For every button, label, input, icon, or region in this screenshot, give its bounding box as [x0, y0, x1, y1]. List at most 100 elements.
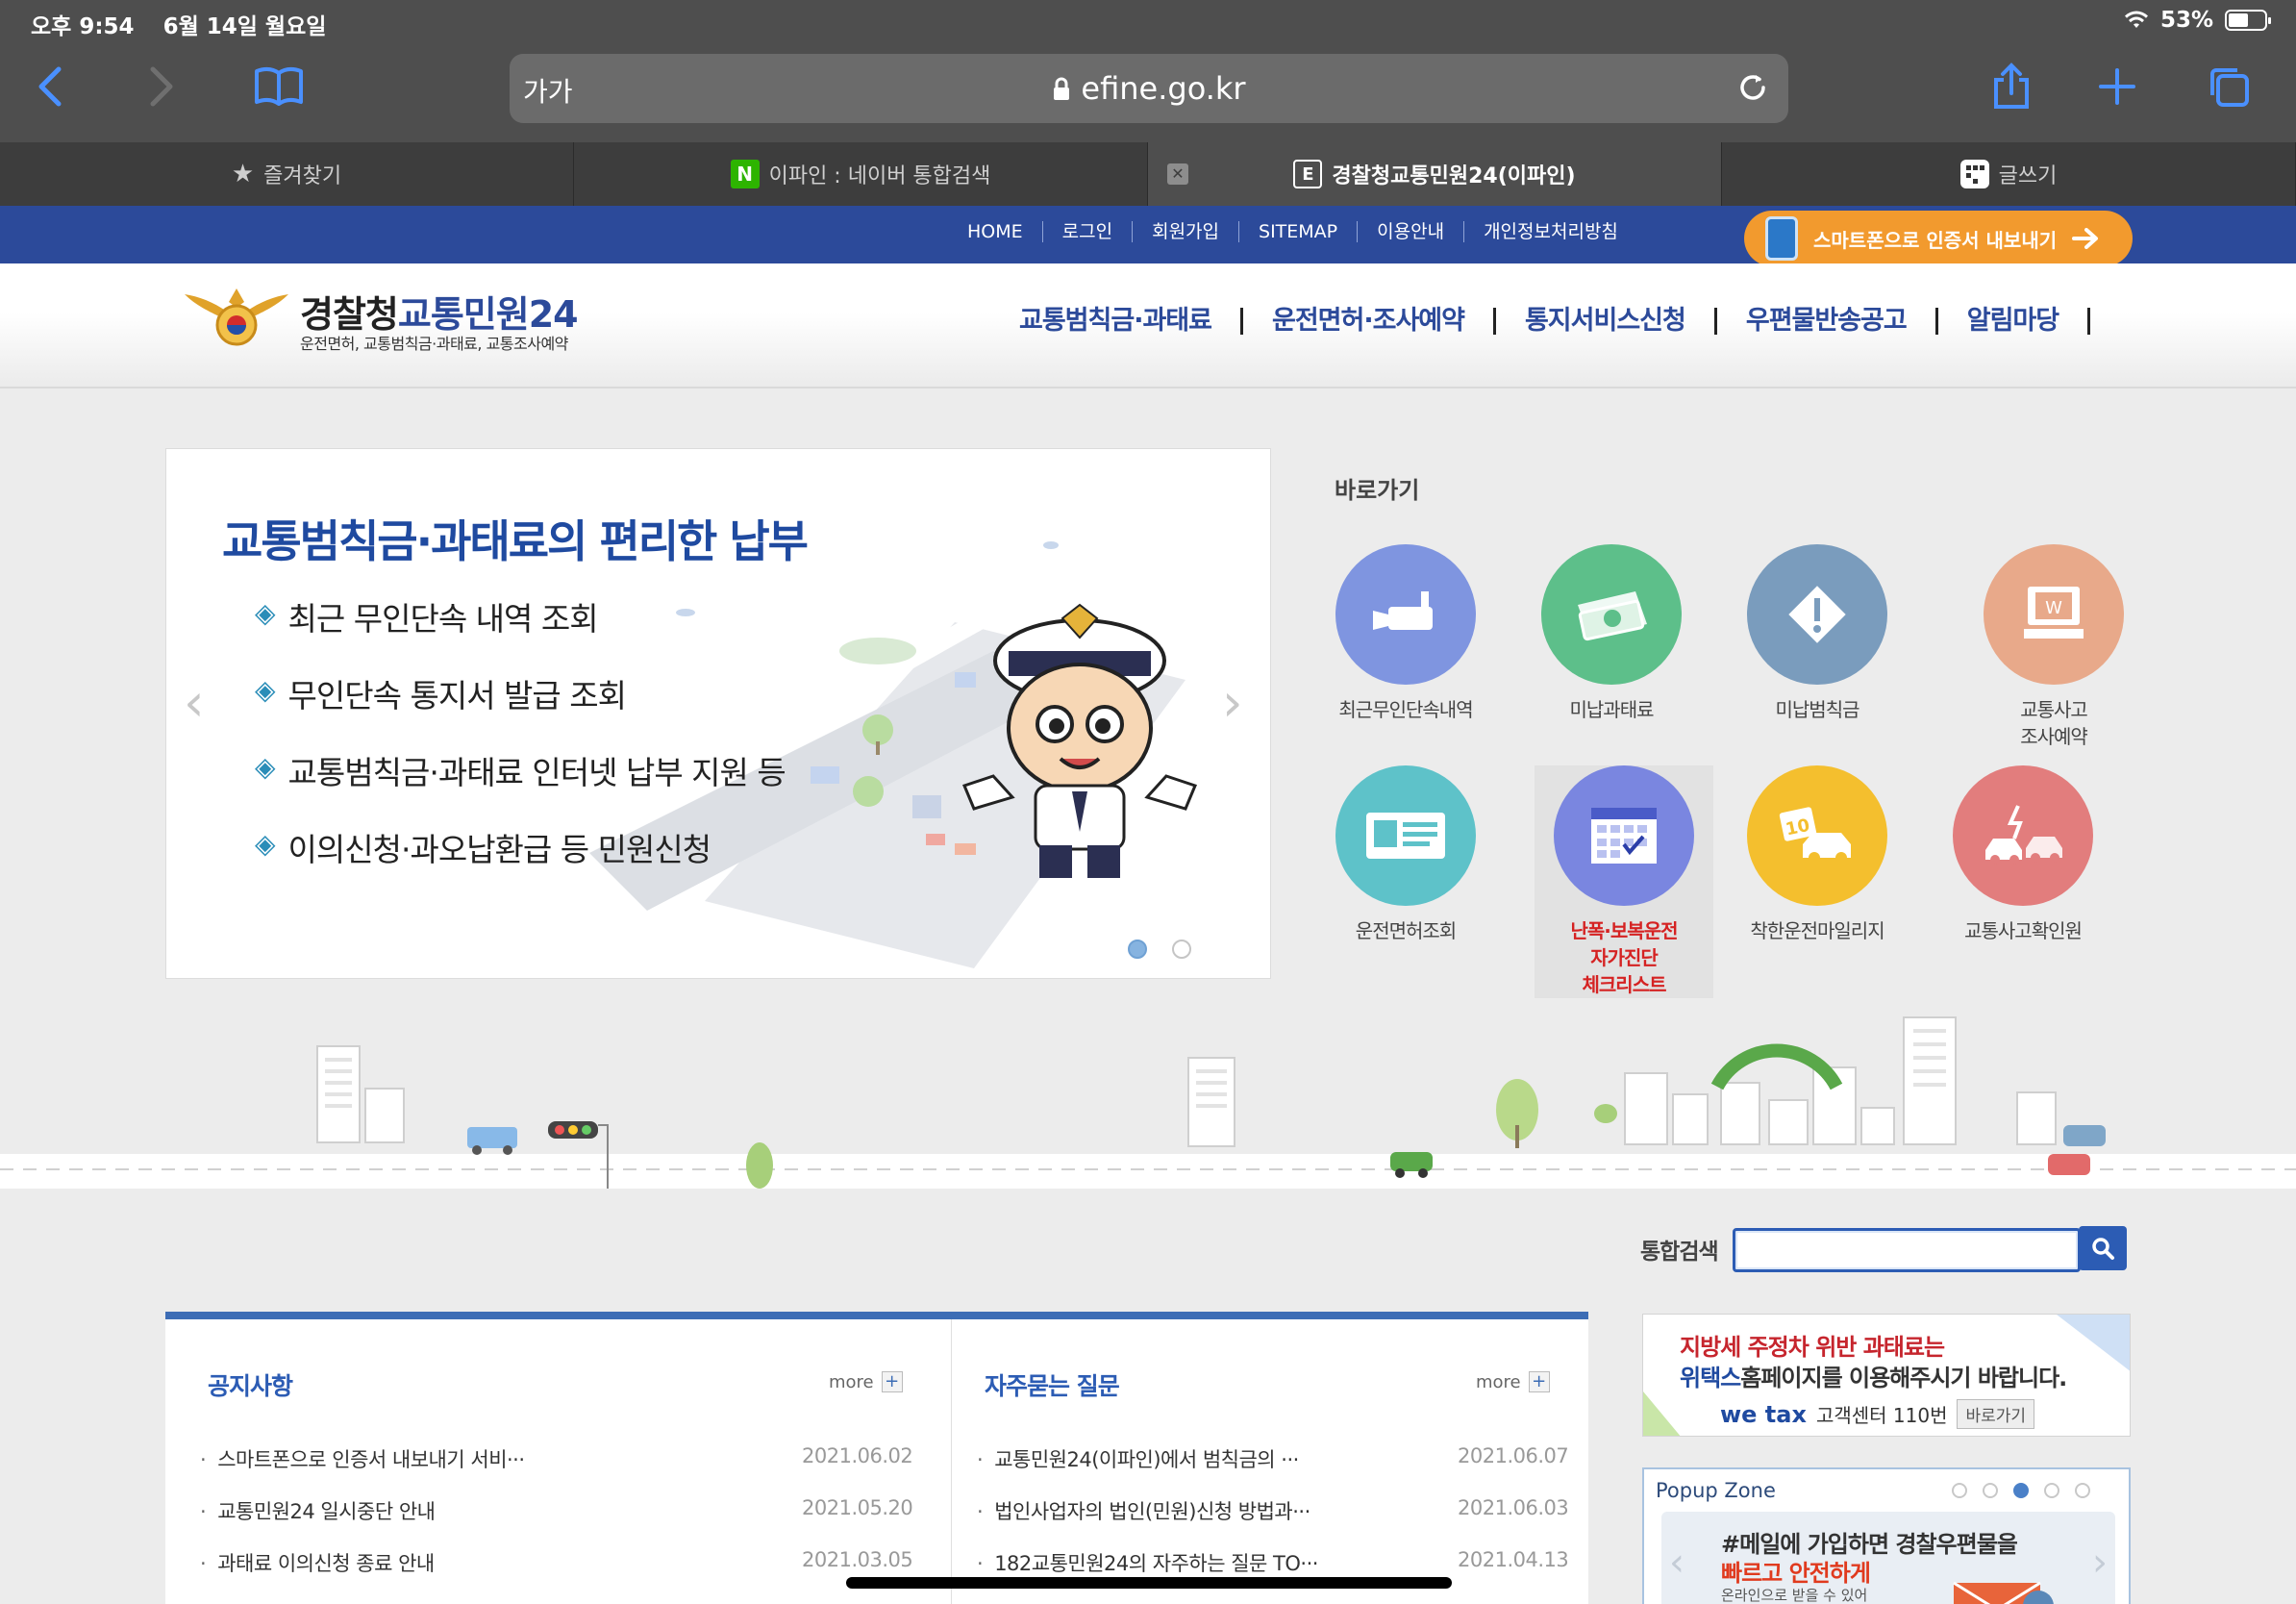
tab-overview-button[interactable] — [2200, 58, 2258, 115]
police-mascot-illustration — [961, 603, 1198, 878]
tab-naver-search[interactable]: N 이파인 : 네이버 통합검색 — [574, 142, 1148, 206]
notice-item-date: 2021.05.20 — [802, 1496, 913, 1519]
quick-road-rage-checklist[interactable]: 난폭·보복운전 자가진단 체크리스트 — [1535, 765, 1713, 998]
smartphone-icon — [1765, 216, 1798, 261]
mail-envelope-icon — [1953, 1581, 2054, 1604]
diamond-bullet-icon: ◈ — [255, 828, 276, 860]
popup-slide[interactable]: ‹ › #메일에 가입하면 경찰우편물을 빠르고 안전하게 온라인으로 받을 수… — [1661, 1512, 2115, 1604]
nav-privacy[interactable]: 개인정보처리방침 — [1463, 221, 1637, 242]
reload-icon[interactable] — [1734, 69, 1771, 106]
menu-license[interactable]: 운전면허·조사예약 — [1243, 308, 1496, 335]
quick-label: 교통사고 조사예약 — [2020, 698, 2088, 748]
notice-title[interactable]: 공지사항 — [208, 1367, 293, 1402]
quick-label: 미납범칙금 — [1775, 698, 1860, 721]
popup-zone-title: Popup Zone — [1656, 1479, 1776, 1502]
popup-dot-3[interactable] — [2013, 1483, 2029, 1498]
banner-next-icon[interactable]: › — [1222, 672, 1243, 733]
quick-unpaid-fine[interactable]: 미납과태료 — [1515, 544, 1708, 723]
nav-home[interactable]: HOME — [948, 221, 1042, 242]
quick-accident-certificate[interactable]: 교통사고확인원 — [1927, 765, 2119, 944]
diamond-bullet-icon: ◈ — [255, 674, 276, 706]
write-app-icon — [1959, 160, 1989, 188]
faq-item-text: 교통민원24(이파인)에서 범칙금의 ··· — [994, 1448, 1299, 1471]
faq-item[interactable]: · 교통민원24(이파인)에서 범칙금의 ··· 2021.06.07 — [977, 1444, 1569, 1496]
wifi-icon — [2124, 11, 2148, 28]
naver-favicon-icon: N — [730, 160, 760, 188]
wetax-go-button[interactable]: 바로가기 — [1957, 1399, 2035, 1429]
tab-write[interactable]: 글쓰기 — [1722, 142, 2296, 206]
popup-dot-1[interactable] — [1952, 1483, 1967, 1498]
menu-fines[interactable]: 교통범칙금·과태료 — [1019, 308, 1243, 335]
quick-label: 교통사고확인원 — [1964, 919, 2083, 942]
notice-item-date: 2021.03.05 — [802, 1548, 913, 1571]
nav-login[interactable]: 로그인 — [1041, 221, 1132, 242]
forward-button[interactable] — [133, 58, 190, 115]
quick-links-title: 바로가기 — [1335, 477, 1420, 504]
camera-icon — [1335, 544, 1476, 685]
license-card-icon — [1335, 765, 1476, 906]
faq-item[interactable]: · 법인사업자의 법인(민원)신청 방법과··· 2021.06.03 — [977, 1496, 1569, 1548]
site-utility-nav: HOME 로그인 회원가입 SITEMAP 이용안내 개인정보처리방침 스마트폰… — [0, 206, 2296, 266]
quick-label: 최근무인단속내역 — [1338, 698, 1473, 721]
banner-feature-text: 최근 무인단속 내역 조회 — [287, 600, 599, 638]
popup-prev-icon[interactable]: ‹ — [1669, 1541, 1685, 1585]
faq-item-text: 182교통민원24의 자주하는 질문 TO··· — [994, 1552, 1318, 1575]
faq-item-date: 2021.06.03 — [1458, 1496, 1569, 1519]
notice-item[interactable]: · 스마트폰으로 인증서 내보내기 서비··· 2021.06.02 — [200, 1444, 913, 1496]
nav-signup[interactable]: 회원가입 — [1132, 221, 1238, 242]
popup-dot-5[interactable] — [2075, 1483, 2090, 1498]
plus-icon: + — [1528, 1371, 1550, 1392]
back-button[interactable] — [21, 58, 79, 115]
quick-unpaid-penalty[interactable]: 미납범칙금 — [1721, 544, 1913, 723]
wetax-banner[interactable]: 지방세 주정차 위반 과태료는 위택스홈페이지를 이용해주시기 바랍니다. we… — [1642, 1314, 2131, 1437]
banner-dot-2[interactable] — [1172, 940, 1191, 959]
close-tab-icon[interactable]: ✕ — [1167, 163, 1188, 185]
faq-more-button[interactable]: more + — [1476, 1371, 1550, 1392]
main-menu: 교통범칙금·과태료 운전면허·조사예약 통지서비스신청 우편물반송공고 알림마당 — [1019, 308, 2091, 335]
notice-item[interactable]: · 교통민원24 일시중단 안내 2021.05.20 — [200, 1496, 913, 1548]
quick-label: 미납과태료 — [1569, 698, 1655, 721]
notice-more-button[interactable]: more + — [829, 1371, 903, 1392]
menu-notice[interactable]: 알림마당 — [1938, 308, 2091, 335]
popup-dot-2[interactable] — [1983, 1483, 1998, 1498]
search-input[interactable] — [1733, 1228, 2081, 1272]
address-bar[interactable]: 가가 efine.go.kr — [510, 54, 1788, 123]
svg-text:W: W — [2045, 598, 2062, 618]
quick-recent-enforcement[interactable]: 최근무인단속내역 — [1310, 544, 1502, 723]
banner-feature-item: ◈ 최근 무인단속 내역 조회 — [255, 593, 786, 670]
tab-efine[interactable]: ✕ E 경찰청교통민원24(이파인) — [1148, 142, 1722, 206]
popup-dot-4[interactable] — [2044, 1483, 2059, 1498]
popup-zone: Popup Zone ‹ › #메일에 가입하면 경찰우편물을 빠르고 안전하게… — [1642, 1467, 2131, 1604]
wetax-line2: 위택스홈페이지를 이용해주시기 바랍니다. — [1680, 1359, 2067, 1392]
banner-feature-text: 무인단속 통지서 발급 조회 — [287, 677, 627, 714]
nav-sitemap[interactable]: SITEMAP — [1238, 221, 1357, 242]
faq-title[interactable]: 자주묻는 질문 — [985, 1367, 1120, 1402]
banner-prev-icon[interactable]: ‹ — [184, 672, 205, 733]
nav-guide[interactable]: 이용안내 — [1357, 221, 1463, 242]
tabs-icon — [2210, 68, 2249, 107]
share-button[interactable] — [1983, 58, 2040, 115]
site-logo-title[interactable]: 경찰청교통민원24 — [300, 285, 579, 338]
faq-item[interactable]: · 182교통민원24의 자주하는 질문 TO··· 2021.04.13 — [977, 1548, 1569, 1600]
export-certificate-button[interactable]: 스마트폰으로 인증서 내보내기 — [1744, 211, 2133, 266]
menu-returned-mail[interactable]: 우편물반송공고 — [1717, 308, 1938, 335]
bookmarks-button[interactable] — [250, 58, 308, 115]
tab-favorites[interactable]: ★ 즐겨찾기 — [0, 142, 574, 206]
wetax-line2-rest: 홈페이지를 이용해주시기 바랍니다. — [1740, 1365, 2067, 1391]
wetax-center: 고객센터 110번 — [1815, 1404, 1948, 1427]
popup-next-icon[interactable]: › — [2092, 1541, 2108, 1585]
popup-pagination — [1952, 1483, 2090, 1498]
new-tab-button[interactable] — [2088, 58, 2146, 115]
notice-item[interactable]: · 과태료 이의신청 종료 안내 2021.03.05 — [200, 1548, 913, 1600]
quick-license-lookup[interactable]: 운전면허조회 — [1310, 765, 1502, 944]
quick-accident-reservation[interactable]: W 교통사고 조사예약 — [1958, 544, 2150, 750]
quick-safe-driving-mileage[interactable]: 10 착한운전마일리지 — [1721, 765, 1913, 944]
notice-item-text: 과태료 이의신청 종료 안내 — [217, 1552, 435, 1575]
home-indicator[interactable] — [846, 1577, 1452, 1589]
banner-dot-1[interactable] — [1128, 940, 1147, 959]
search-button[interactable] — [2079, 1226, 2127, 1270]
chevron-left-icon — [38, 66, 62, 107]
menu-notification[interactable]: 통지서비스신청 — [1496, 308, 1717, 335]
police-emblem-icon[interactable] — [183, 285, 290, 354]
status-bar: 오후 9:54 6월 14일 월요일 53% — [0, 0, 2296, 44]
